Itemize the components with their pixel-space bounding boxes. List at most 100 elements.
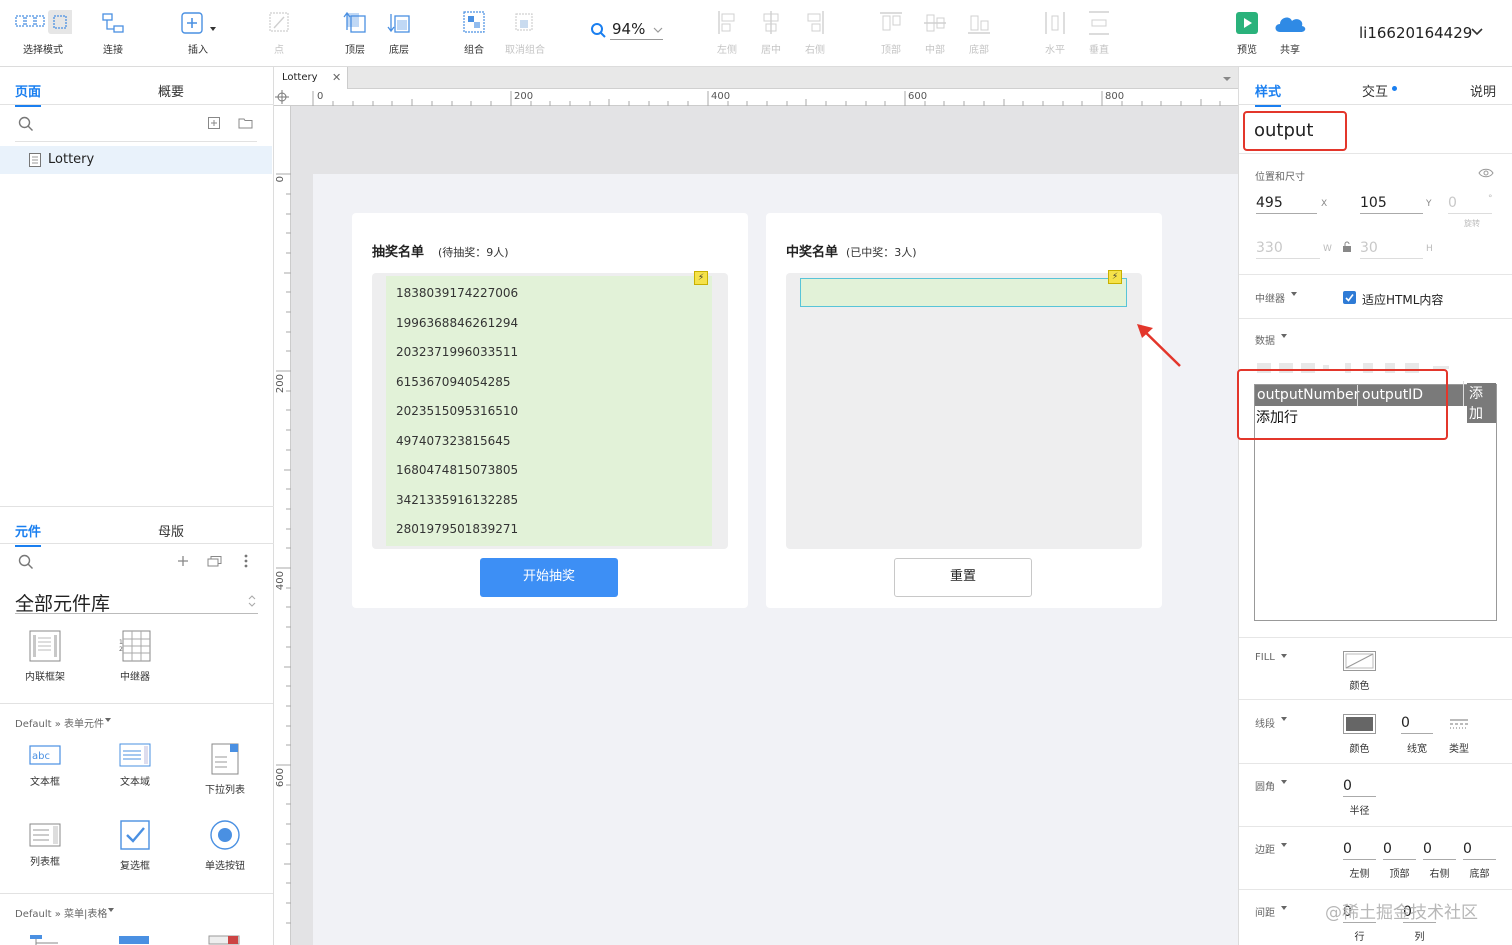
section-menu-widgets[interactable]: Default » 菜单|表格 [15,905,107,920]
rotation-input[interactable]: 0 [1448,195,1492,214]
list-box-icon [29,823,61,847]
widget-text-field[interactable]: abc 文本框 [5,743,85,788]
tab-pages[interactable]: 页面 [15,81,42,107]
section-fill[interactable]: FILL [1255,652,1275,663]
align-center-button[interactable]: 居中 [756,8,786,56]
align-right-button[interactable]: 右侧 [800,8,830,56]
bring-to-top-label: 顶层 [345,45,365,56]
border-type-icon[interactable] [1450,718,1468,730]
tab-widgets[interactable]: 元件 [15,521,42,547]
page-area: 抽奖名单 (待抽奖：9人) 1838039174227006 1996368846… [313,174,1238,945]
widget-inline-frame[interactable]: 内联框架 [5,630,85,683]
ruler-ticks [312,91,1221,106]
reset-button[interactable]: 重置 [894,558,1032,597]
y-input[interactable]: 105 [1360,195,1423,214]
padding-right-label: 右侧 [1429,869,1450,880]
library-selector[interactable]: 全部元件库 [15,589,110,616]
widget-list-box[interactable]: 列表框 [5,823,85,868]
checkbox-checked-icon[interactable] [1343,291,1356,304]
crosshair-icon [275,90,289,104]
section-repeater[interactable]: 中继器 [1255,290,1285,305]
eye-icon[interactable] [1478,167,1494,179]
divider [15,613,258,614]
tab-masters[interactable]: 母版 [158,521,184,540]
padding-bottom-input[interactable]: 0 [1463,841,1496,860]
tab-outline[interactable]: 概要 [158,81,184,100]
add-page-icon[interactable] [208,117,220,129]
insert-button[interactable]: 插入 [178,8,218,56]
lock-icon[interactable] [1342,241,1352,253]
widget-label: 中继器 [120,672,150,683]
border-color-swatch[interactable] [1343,714,1376,734]
output-repeater[interactable] [800,278,1127,307]
winner-list-card[interactable]: 中奖名单 (已中奖：3人) ⚡ 重置 [766,213,1162,608]
x-input[interactable]: 495 [1256,195,1317,214]
height-input[interactable]: 30 [1360,240,1423,259]
tab-notes[interactable]: 说明 [1470,81,1496,100]
chevron-updown-icon[interactable] [247,593,257,609]
section-padding[interactable]: 边距 [1255,841,1275,856]
lightning-icon[interactable]: ⚡ [1108,270,1122,284]
search-icon[interactable] [18,554,34,570]
chevron-down-icon[interactable] [1470,27,1484,37]
section-border[interactable]: 线段 [1255,715,1275,730]
widget-dropdown[interactable]: 下拉列表 [185,743,265,796]
border-width-input[interactable]: 0 [1401,715,1433,734]
user-account[interactable]: li16620164429 [1359,24,1472,42]
section-position-size: 位置和尺寸 [1255,172,1305,183]
more-icon[interactable] [244,554,248,568]
lightning-icon[interactable]: ⚡ [694,271,708,285]
widget-radio-button[interactable]: 单选按钮 [185,819,265,872]
select-mode-button[interactable]: 选择模式 [12,8,74,56]
widget-repeater[interactable]: 12 中继器 [95,630,175,683]
start-draw-button[interactable]: 开始抽奖 [480,558,618,597]
widget-checkbox[interactable]: 复选框 [95,819,175,872]
library-icon[interactable] [207,555,223,567]
preview-button[interactable]: 预览 [1232,8,1262,56]
align-left-button[interactable]: 左侧 [712,8,742,56]
list-item: 1996368846261294 [396,316,519,330]
group-button[interactable]: 组合 [459,8,489,56]
caret-down-icon[interactable] [1222,76,1232,82]
distribute-horizontal-button[interactable]: 水平 [1040,8,1070,56]
padding-top-input[interactable]: 0 [1383,841,1416,860]
share-button[interactable]: 共享 [1272,8,1308,56]
pending-repeater[interactable]: 1838039174227006 1996368846261294 203237… [386,276,712,546]
connect-button[interactable]: 连接 [98,8,128,56]
radius-input[interactable]: 0 [1343,778,1376,797]
folder-icon[interactable] [238,117,253,129]
tab-style[interactable]: 样式 [1255,81,1282,107]
padding-top-label: 顶部 [1389,869,1410,880]
point-button[interactable]: 点 [264,8,294,56]
add-column-button[interactable]: 添加 [1467,383,1496,423]
align-top-button[interactable]: 顶部 [876,8,906,56]
lottery-list-card[interactable]: 抽奖名单 (待抽奖：9人) 1838039174227006 1996368846… [352,213,748,608]
align-bottom-icon [968,15,990,34]
ungroup-button[interactable]: 取消组合 [503,8,547,56]
distribute-vertical-button[interactable]: 垂直 [1084,8,1114,56]
section-spacing[interactable]: 间距 [1255,904,1275,919]
zoom-control[interactable]: 94% [590,20,664,40]
page-item-lottery[interactable]: Lottery [0,146,272,174]
section-form-widgets[interactable]: Default » 表单元件 [15,715,104,730]
tab-interactions[interactable]: 交互 [1362,81,1388,100]
add-library-icon[interactable] [177,555,189,567]
widget-text-area[interactable]: 文本域 [95,743,175,788]
annotation-arrow [1137,324,1181,367]
align-bottom-button[interactable]: 底部 [964,8,994,56]
fill-color-swatch[interactable] [1343,651,1376,671]
width-input[interactable]: 330 [1256,240,1320,259]
close-icon[interactable]: ✕ [332,71,341,84]
bring-to-top-button[interactable]: 顶层 [340,8,370,56]
send-to-bottom-button[interactable]: 底层 [384,8,414,56]
padding-right-input[interactable]: 0 [1423,841,1456,860]
right-panel: 样式 交互 说明 output 位置和尺寸 495 X 105 Y 0 ° 旋转… [1237,67,1512,945]
align-center-label: 居中 [761,45,781,56]
tab-lottery[interactable]: Lottery ✕ [274,67,348,89]
search-icon[interactable] [18,116,34,132]
padding-left-input[interactable]: 0 [1343,841,1376,860]
section-data[interactable]: 数据 [1255,332,1275,347]
section-radius[interactable]: 圆角 [1255,778,1275,793]
design-canvas[interactable]: 抽奖名单 (待抽奖：9人) 1838039174227006 1996368846… [291,106,1238,945]
align-middle-button[interactable]: 中部 [920,8,950,56]
